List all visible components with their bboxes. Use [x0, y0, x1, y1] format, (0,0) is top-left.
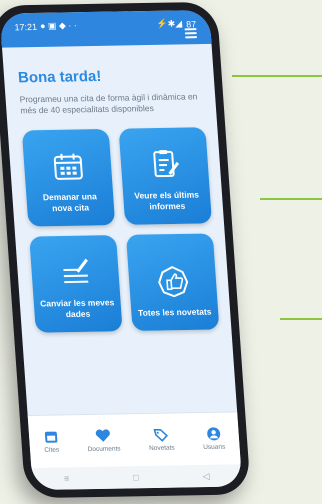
home-icon[interactable]: □ [133, 472, 139, 482]
tag-icon [153, 428, 169, 442]
status-time: 17:21 [14, 21, 38, 32]
thumbs-up-icon [157, 266, 188, 298]
action-grid: Demanar una nova cita Veure els últims i… [21, 127, 220, 333]
edit-data-tile[interactable]: Canviar les meves dades [29, 235, 123, 333]
signal-icon: ⚡✱◢ [156, 18, 183, 29]
edit-lines-icon [62, 258, 88, 284]
nav-label: Novetats [148, 444, 175, 452]
intro-text: Programeu una cita de forma àgil i dinàm… [19, 91, 198, 116]
tile-label: Canviar les meves dades [39, 297, 115, 320]
calendar-icon [53, 153, 83, 180]
greeting-title: Bona tarda! [17, 67, 102, 87]
reports-tile[interactable]: Veure els últims informes [118, 127, 213, 225]
status-bar: 17:21 ● ▣ ◆ · · ⚡✱◢ 87 [0, 9, 212, 48]
tile-label: Totes les novetats [137, 306, 212, 318]
system-navigation-bar: ≡ □ ◁ [31, 464, 243, 491]
phone-frame: 17:21 ● ▣ ◆ · · ⚡✱◢ 87 Bona tarda! Progr… [0, 1, 251, 499]
nav-label: Usuaris [203, 443, 226, 452]
calendar-nav-icon [44, 431, 58, 443]
nav-label: Cites [44, 446, 60, 454]
back-icon[interactable]: ◁ [202, 470, 210, 481]
heart-icon [96, 429, 111, 442]
report-icon [152, 149, 179, 178]
user-icon [206, 427, 220, 441]
nav-item-novetats[interactable]: Novetats [148, 428, 175, 452]
nav-item-documents[interactable]: Documents [86, 428, 121, 454]
nav-label: Documents [87, 445, 121, 454]
new-appointment-tile[interactable]: Demanar una nova cita [21, 128, 116, 227]
bottom-navigation: Cites Documents Novetats Usuaris [27, 411, 241, 469]
nav-item-usuaris[interactable]: Usuaris [202, 427, 226, 452]
tile-label: Veure els últims informes [133, 189, 200, 212]
recent-apps-icon[interactable]: ≡ [64, 473, 70, 483]
news-tile[interactable]: Totes les novetats [125, 233, 220, 331]
hamburger-menu-icon[interactable] [184, 28, 198, 40]
phone-screen: 17:21 ● ▣ ◆ · · ⚡✱◢ 87 Bona tarda! Progr… [0, 9, 243, 491]
callout-line-3 [280, 318, 322, 320]
tile-label: Demanar una nova cita [42, 191, 98, 214]
callout-line-2 [260, 198, 322, 200]
notification-icons: ● ▣ ◆ · · [39, 20, 78, 31]
callout-line-1 [232, 75, 322, 77]
nav-item-cites[interactable]: Cites [43, 430, 59, 454]
